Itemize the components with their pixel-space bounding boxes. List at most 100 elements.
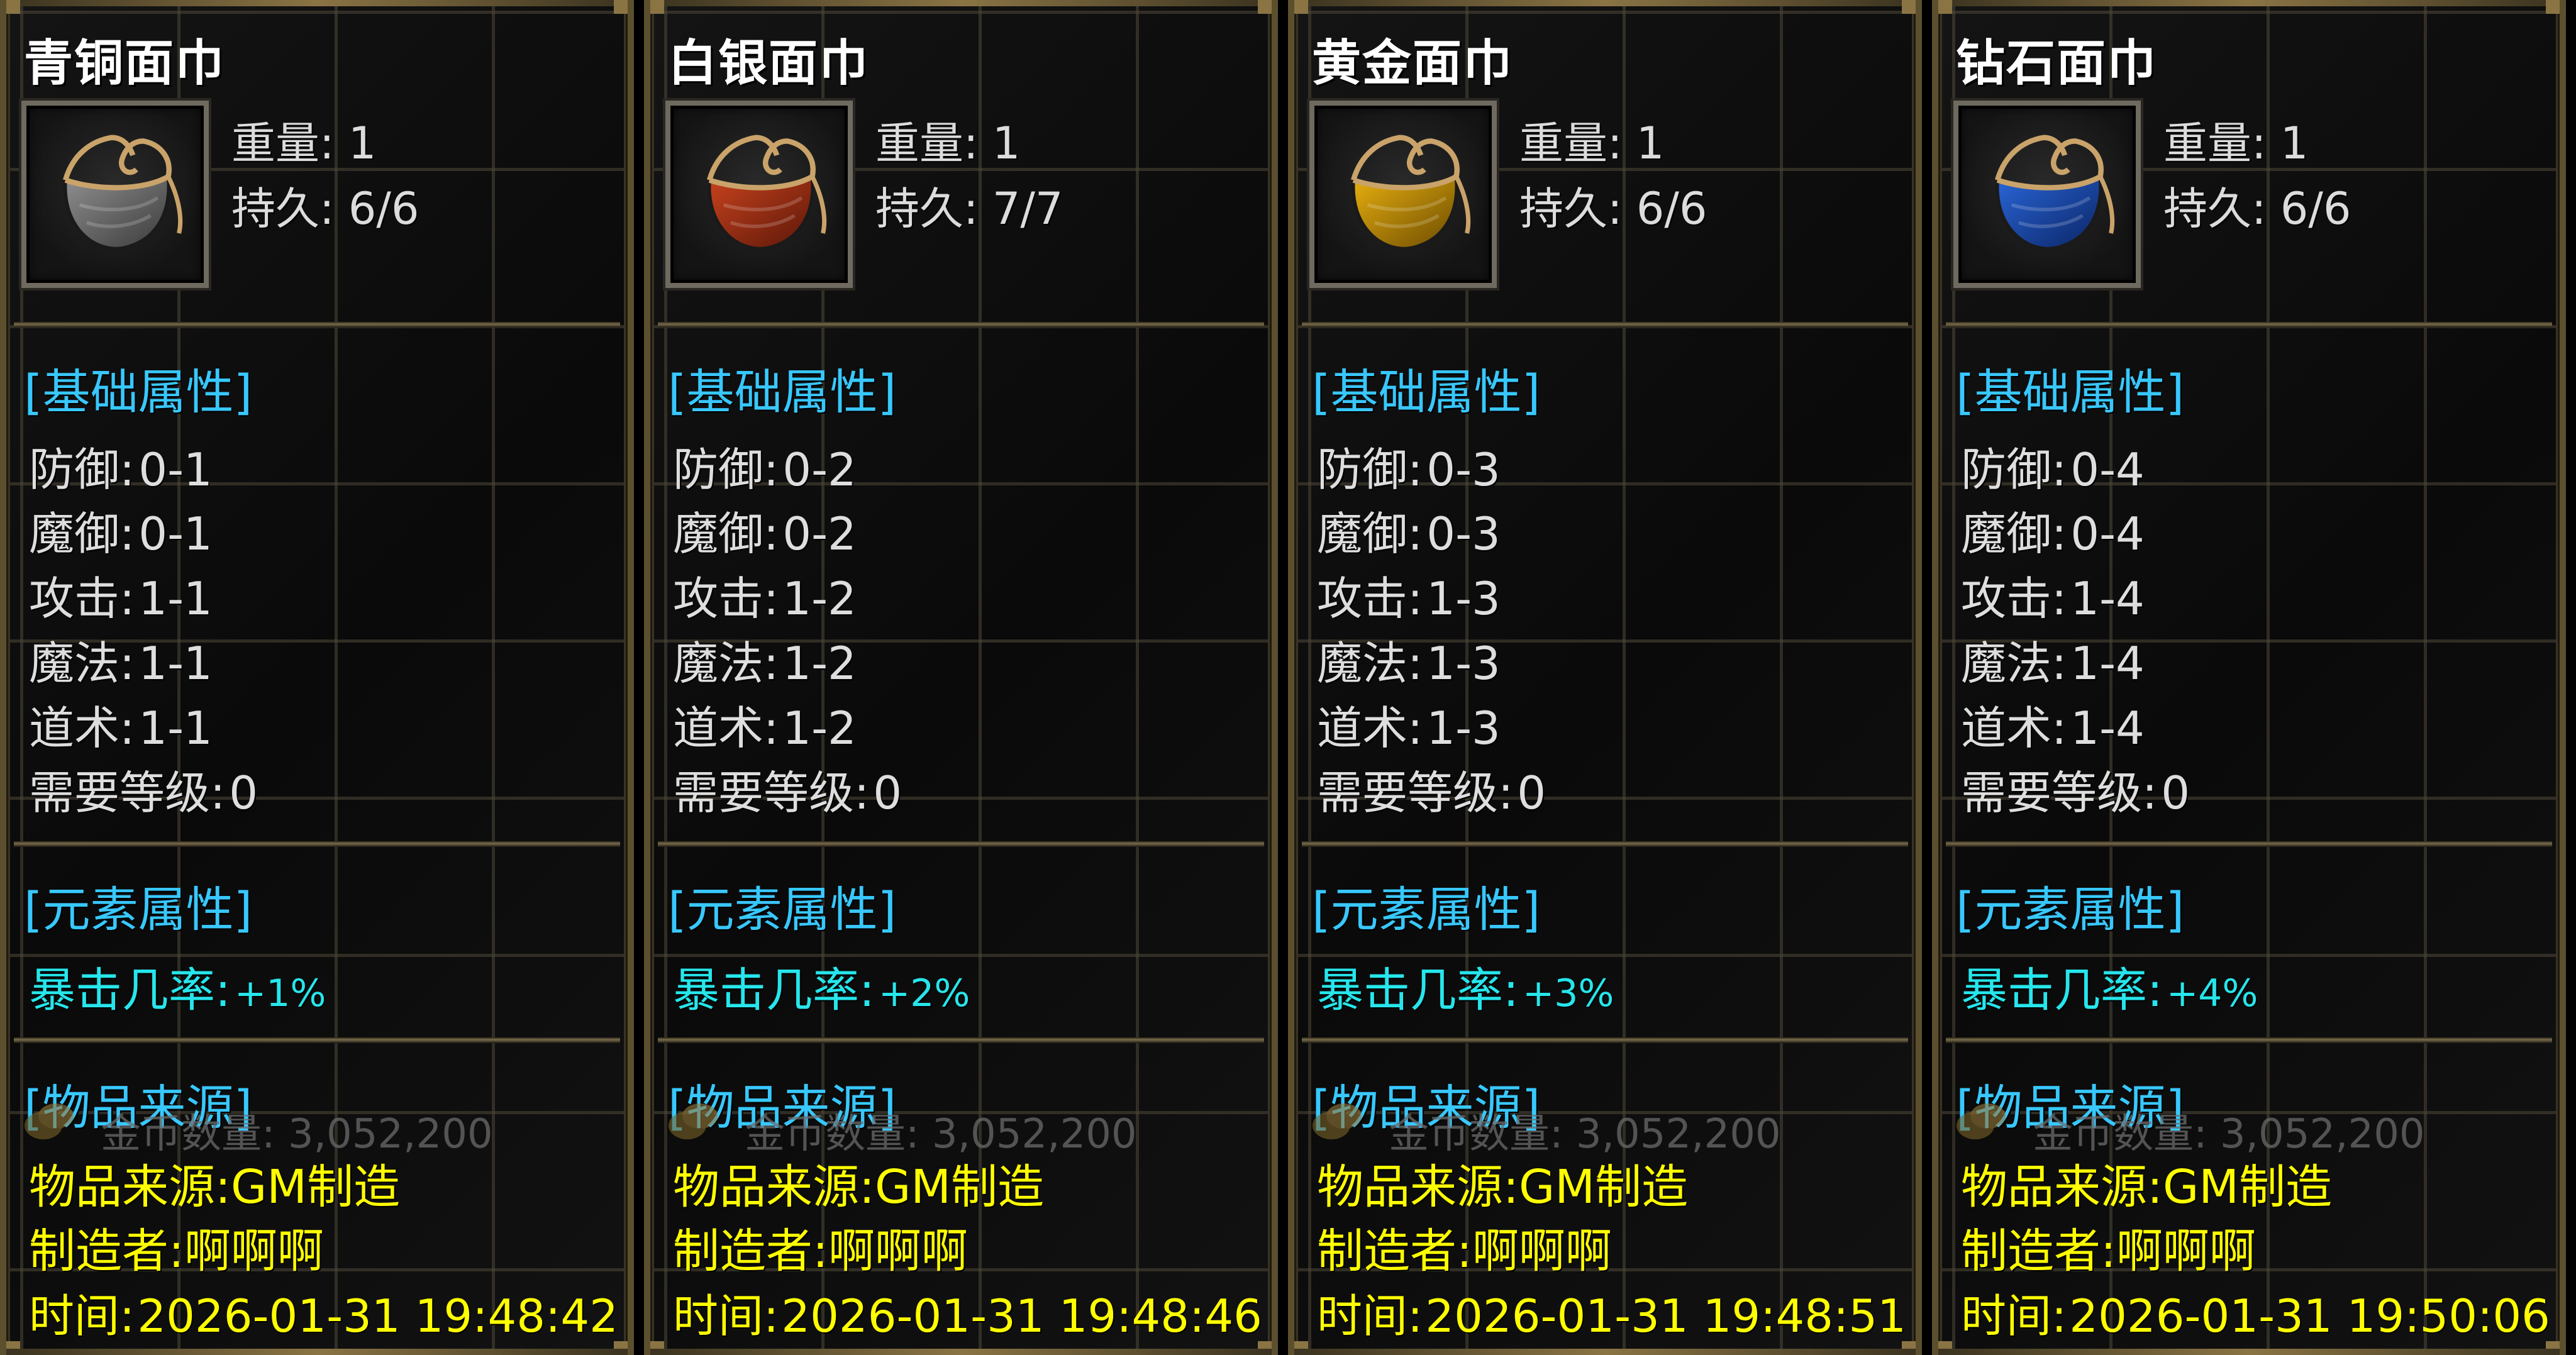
divider: [1946, 1037, 2552, 1043]
attack-value: 1-4: [2070, 572, 2145, 625]
level-requirement-row: 需要等级:0: [1961, 756, 2190, 822]
element-attributes-heading: [元素属性]: [24, 882, 253, 937]
weight-row: 重量: 1: [231, 108, 376, 172]
level-requirement-value: 0: [229, 766, 258, 819]
item-icon-slot[interactable]: [1307, 98, 1499, 290]
frame-corner: [2546, 0, 2560, 14]
attack-row: 攻击:1-2: [673, 561, 857, 628]
durability-value: 6/6: [348, 183, 419, 235]
crit-rate-label: 暴击几率:: [673, 963, 875, 1017]
magic-value: 1-4: [2070, 637, 2145, 690]
attack-row: 攻击:1-3: [1317, 561, 1501, 628]
level-requirement-label: 需要等级:: [1961, 766, 2158, 819]
level-requirement-label: 需要等级:: [1317, 766, 1514, 819]
item-tooltip-panel: 钻石面巾 重量: 1 持久: 6/6 [基础属性] 防御:0-4 魔御:0-4 …: [1932, 0, 2566, 1355]
frame-corner: [1938, 0, 1952, 14]
time-row: 时间:2026-01-31 19:48:42: [29, 1279, 618, 1345]
time-label: 时间:: [29, 1290, 135, 1342]
divider: [1302, 1037, 1908, 1043]
magic-defense-value: 0-3: [1426, 507, 1501, 560]
level-requirement-row: 需要等级:0: [673, 756, 902, 822]
crit-rate-row: 暴击几率: +4%: [1961, 953, 2258, 1020]
gold-coin-icon: [669, 1103, 718, 1139]
attack-row: 攻击:1-4: [1961, 561, 2145, 628]
frame-corner: [650, 1341, 664, 1355]
maker-row: 制造者:啊啊啊: [1317, 1214, 1612, 1281]
item-source-label: 物品来源:: [1317, 1160, 1519, 1214]
item-icon-slot[interactable]: [19, 98, 211, 290]
gold-coin-icon: [25, 1103, 74, 1139]
weight-value: 1: [1636, 118, 1665, 169]
base-attributes-heading: [基础属性]: [668, 364, 897, 420]
face-mask-icon: [1994, 135, 2115, 251]
magic-value: 1-2: [782, 637, 857, 690]
weight-row: 重量: 1: [2163, 108, 2308, 172]
divider: [1302, 841, 1908, 847]
base-attributes-heading: [基础属性]: [24, 364, 253, 420]
attack-value: 1-2: [782, 572, 857, 625]
maker-row: 制造者:啊啊啊: [29, 1214, 324, 1281]
level-requirement-row: 需要等级:0: [29, 756, 258, 822]
time-value: 2026-01-31 19:48:46: [781, 1290, 1262, 1342]
magic-label: 魔法:: [673, 637, 779, 690]
defense-label: 防御:: [1961, 443, 2067, 496]
time-value: 2026-01-31 19:50:06: [2069, 1290, 2550, 1342]
maker-value: 啊啊啊: [2116, 1224, 2256, 1278]
crit-rate-row: 暴击几率: +2%: [673, 953, 970, 1020]
magic-defense-value: 0-2: [782, 507, 857, 560]
level-requirement-label: 需要等级:: [673, 766, 870, 819]
weight-label: 重量:: [1519, 118, 1623, 169]
gold-coin-icon: [1313, 1103, 1362, 1139]
attack-value: 1-3: [1426, 572, 1501, 625]
magic-value: 1-1: [138, 637, 213, 690]
weight-row: 重量: 1: [875, 108, 1020, 172]
durability-label: 持久:: [1519, 183, 1623, 235]
taoism-row: 道术:1-1: [29, 691, 213, 757]
face-mask-icon: [62, 135, 183, 251]
frame-corner: [6, 0, 20, 14]
time-label: 时间:: [1961, 1290, 2067, 1342]
frame-corner: [614, 0, 628, 14]
crit-rate-value: +2%: [878, 971, 970, 1015]
magic-label: 魔法:: [1961, 637, 2067, 690]
taoism-value: 1-1: [138, 702, 213, 755]
defense-value: 0-2: [782, 443, 857, 496]
level-requirement-row: 需要等级:0: [1317, 756, 1546, 822]
time-label: 时间:: [673, 1290, 779, 1342]
item-icon-slot[interactable]: [1951, 98, 2143, 290]
magic-row: 魔法:1-4: [1961, 626, 2145, 692]
time-row: 时间:2026-01-31 19:48:51: [1317, 1279, 1906, 1345]
frame-corner: [1938, 1341, 1952, 1355]
magic-label: 魔法:: [1317, 637, 1423, 690]
magic-row: 魔法:1-3: [1317, 626, 1501, 692]
taoism-label: 道术:: [673, 702, 779, 755]
magic-defense-label: 魔御:: [1317, 507, 1423, 560]
item-source-row: 物品来源:GM制造: [29, 1149, 400, 1217]
taoism-row: 道术:1-4: [1961, 691, 2145, 757]
weight-value: 1: [348, 118, 377, 169]
item-source-row: 物品来源:GM制造: [1317, 1149, 1688, 1217]
durability-row: 持久: 6/6: [1519, 174, 1707, 237]
crit-rate-label: 暴击几率:: [1317, 963, 1519, 1017]
magic-defense-label: 魔御:: [1961, 507, 2067, 560]
magic-row: 魔法:1-2: [673, 626, 857, 692]
item-source-label: 物品来源:: [1961, 1160, 2163, 1214]
divider: [658, 1037, 1264, 1043]
defense-value: 0-4: [2070, 443, 2145, 496]
gold-coin-icon: [1957, 1103, 2006, 1139]
taoism-row: 道术:1-3: [1317, 691, 1501, 757]
magic-defense-row: 魔御:0-2: [673, 497, 857, 563]
defense-row: 防御:0-4: [1961, 433, 2145, 499]
weight-label: 重量:: [875, 118, 979, 169]
magic-defense-value: 0-1: [138, 507, 213, 560]
item-name: 黄金面巾: [1312, 35, 1514, 92]
defense-row: 防御:0-1: [29, 433, 213, 499]
level-requirement-value: 0: [2161, 766, 2190, 819]
defense-label: 防御:: [29, 443, 135, 496]
face-mask-icon: [1350, 135, 1471, 251]
item-name: 白银面巾: [668, 35, 870, 92]
crit-rate-row: 暴击几率: +3%: [1317, 953, 1614, 1020]
item-icon-slot[interactable]: [663, 98, 855, 290]
durability-row: 持久: 6/6: [2163, 174, 2351, 237]
durability-value: 6/6: [2280, 183, 2351, 235]
